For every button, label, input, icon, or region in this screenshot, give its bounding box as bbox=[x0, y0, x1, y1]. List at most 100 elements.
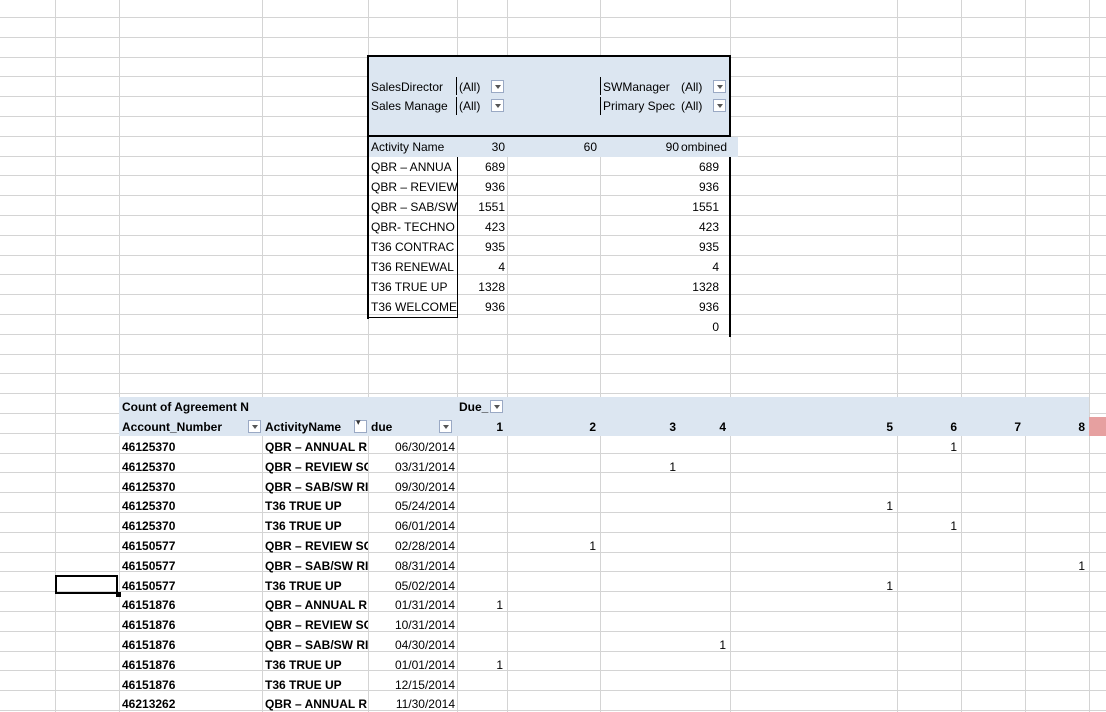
row-account-number: 46150577 bbox=[122, 578, 176, 593]
row-activity-name: T36 TRUE UP bbox=[265, 519, 342, 534]
row-activity-name: QBR – REVIEW SC bbox=[265, 459, 368, 474]
row-due-date: 11/30/2014 bbox=[395, 697, 455, 712]
pivot1-row-total: 689 bbox=[698, 160, 719, 174]
row-account-number: 46213262 bbox=[122, 697, 176, 712]
row-activity-name: QBR – ANNUAL R bbox=[265, 598, 368, 613]
pivot2-title: Count of Agreement N bbox=[122, 400, 249, 414]
row-activity-name: QBR – SAB/SW RI bbox=[265, 558, 368, 573]
pivot2-column-header: 5 bbox=[886, 420, 893, 434]
pivot1-row-total: 936 bbox=[698, 180, 719, 194]
due-dropdown[interactable] bbox=[439, 420, 452, 433]
row-activity-name: QBR – ANNUAL R bbox=[265, 697, 368, 712]
row-activity-name: T36 TRUE UP bbox=[265, 578, 342, 593]
row-due-date: 03/31/2014 bbox=[394, 459, 455, 474]
filter-label-primaryspec: Primary Spec bbox=[603, 99, 676, 113]
row-account-number: 46150577 bbox=[122, 539, 176, 553]
activity-name-filter-dropdown[interactable]: ▾ bbox=[354, 417, 367, 433]
pivot1-row-name: T36 CONTRAC bbox=[371, 240, 455, 254]
pivot1-row-name: T36 RENEWAL bbox=[371, 260, 454, 274]
row-due-date: 06/01/2014 bbox=[394, 519, 455, 534]
filter-label-salesdirector: SalesDirector bbox=[371, 80, 444, 94]
pivot1-row-total: 935 bbox=[698, 240, 719, 254]
pivot1-header-90: 90 bbox=[665, 140, 679, 154]
row-due-date: 08/31/2014 bbox=[394, 558, 455, 573]
row-count-value: 1 bbox=[950, 440, 957, 454]
pivot1-row-name: T36 TRUE UP bbox=[371, 280, 448, 294]
pivot1-row-name: QBR – ANNUA bbox=[371, 160, 452, 174]
pivot2-column-field: Due_ bbox=[459, 400, 489, 414]
pivot1-row-name: QBR – REVIEW bbox=[371, 180, 457, 194]
row-count-value: 1 bbox=[669, 459, 676, 474]
pivot1-row-30: 1551 bbox=[478, 200, 505, 214]
row-account-number: 46125370 bbox=[122, 479, 176, 494]
column-field-dropdown[interactable] bbox=[490, 400, 503, 413]
row-account-number: 46150577 bbox=[122, 558, 176, 573]
selected-header-cell[interactable] bbox=[1089, 417, 1106, 436]
pivot1-row-name: QBR – SAB/SW bbox=[371, 200, 457, 214]
pivot1-header-30: 30 bbox=[491, 140, 505, 154]
filter-value-primaryspec: (All) bbox=[681, 99, 703, 113]
account-number-dropdown[interactable] bbox=[248, 420, 261, 433]
row-due-date: 02/28/2014 bbox=[394, 539, 455, 553]
filter-dropdown-salesmanager[interactable] bbox=[491, 99, 504, 112]
header-account-number: Account_Number bbox=[122, 420, 223, 434]
row-activity-name: T36 TRUE UP bbox=[265, 499, 342, 514]
filter-dropdown-swmanager[interactable] bbox=[713, 80, 726, 93]
pivot1-row-name: QBR- TECHNO bbox=[371, 220, 455, 234]
row-account-number: 46125370 bbox=[122, 440, 176, 454]
pivot1-row-total: 1551 bbox=[692, 200, 719, 214]
row-account-number: 46125370 bbox=[122, 459, 176, 474]
row-due-date: 12/15/2014 bbox=[394, 677, 455, 692]
filter-label-swmanager: SWManager bbox=[603, 80, 670, 94]
fill-handle[interactable] bbox=[116, 592, 121, 597]
row-due-date: 06/30/2014 bbox=[394, 440, 455, 454]
pivot2-column-header: 1 bbox=[496, 420, 503, 434]
pivot2-column-header: 6 bbox=[950, 420, 957, 434]
row-count-value: 1 bbox=[886, 578, 893, 593]
row-activity-name: QBR – SAB/SW RI bbox=[265, 638, 368, 652]
pivot1-row-30: 1328 bbox=[478, 280, 505, 294]
row-count-value: 1 bbox=[496, 657, 503, 672]
header-activity-name: ActivityName bbox=[265, 420, 342, 434]
pivot1-row-name bbox=[371, 317, 457, 337]
pivot1-row-total: 0 bbox=[712, 320, 719, 334]
pivot2-column-header: 8 bbox=[1078, 420, 1085, 434]
pivot1-row-30: 423 bbox=[484, 220, 505, 234]
filter-dropdown-primaryspec[interactable] bbox=[713, 99, 726, 112]
filter-label-salesmanager: Sales Manage bbox=[371, 99, 448, 113]
filter-value-swmanager: (All) bbox=[681, 80, 703, 94]
pivot1-header-activity: Activity Name bbox=[371, 140, 445, 154]
active-cell-cursor[interactable] bbox=[55, 575, 118, 594]
pivot1-row-total: 936 bbox=[698, 300, 719, 314]
row-activity-name: QBR – ANNUAL R bbox=[265, 440, 368, 454]
filter-dropdown-salesdirector[interactable] bbox=[491, 80, 504, 93]
row-activity-name: QBR – SAB/SW RI bbox=[265, 479, 368, 494]
pivot2-column-header: 4 bbox=[719, 420, 726, 434]
row-account-number: 46151876 bbox=[122, 598, 176, 613]
pivot2-column-header: 7 bbox=[1014, 420, 1021, 434]
row-count-value: 1 bbox=[719, 638, 726, 652]
filter-value-salesdirector: (All) bbox=[459, 80, 481, 94]
row-activity-name: QBR – REVIEW SC bbox=[265, 539, 368, 553]
row-count-value: 1 bbox=[1078, 558, 1085, 573]
pivot1-row-total: 1328 bbox=[692, 280, 719, 294]
pivot1-row-name: T36 WELCOME bbox=[371, 300, 457, 314]
pivot1-row-30: 935 bbox=[484, 240, 505, 254]
row-account-number: 46151876 bbox=[122, 618, 176, 633]
pivot1-row-total: 423 bbox=[698, 220, 719, 234]
spreadsheet-grid[interactable]: SalesDirector (All) Sales Manage (All) S… bbox=[0, 0, 1106, 712]
row-account-number: 46151876 bbox=[122, 657, 176, 672]
row-activity-name: T36 TRUE UP bbox=[265, 677, 342, 692]
row-due-date: 05/02/2014 bbox=[394, 578, 455, 593]
row-count-value: 1 bbox=[589, 539, 596, 553]
row-count-value: 1 bbox=[496, 598, 503, 613]
pivot1-row-30: 4 bbox=[498, 260, 505, 274]
pivot1-row-total: 4 bbox=[712, 260, 719, 274]
pivot1-row-30: 689 bbox=[484, 160, 505, 174]
row-due-date: 04/30/2014 bbox=[394, 638, 455, 652]
pivot1-row-30: 936 bbox=[484, 180, 505, 194]
header-due: due bbox=[371, 420, 393, 434]
pivot1-header-combined: ombined bbox=[681, 140, 728, 154]
row-due-date: 05/24/2014 bbox=[394, 499, 455, 514]
row-due-date: 01/31/2014 bbox=[394, 598, 455, 613]
